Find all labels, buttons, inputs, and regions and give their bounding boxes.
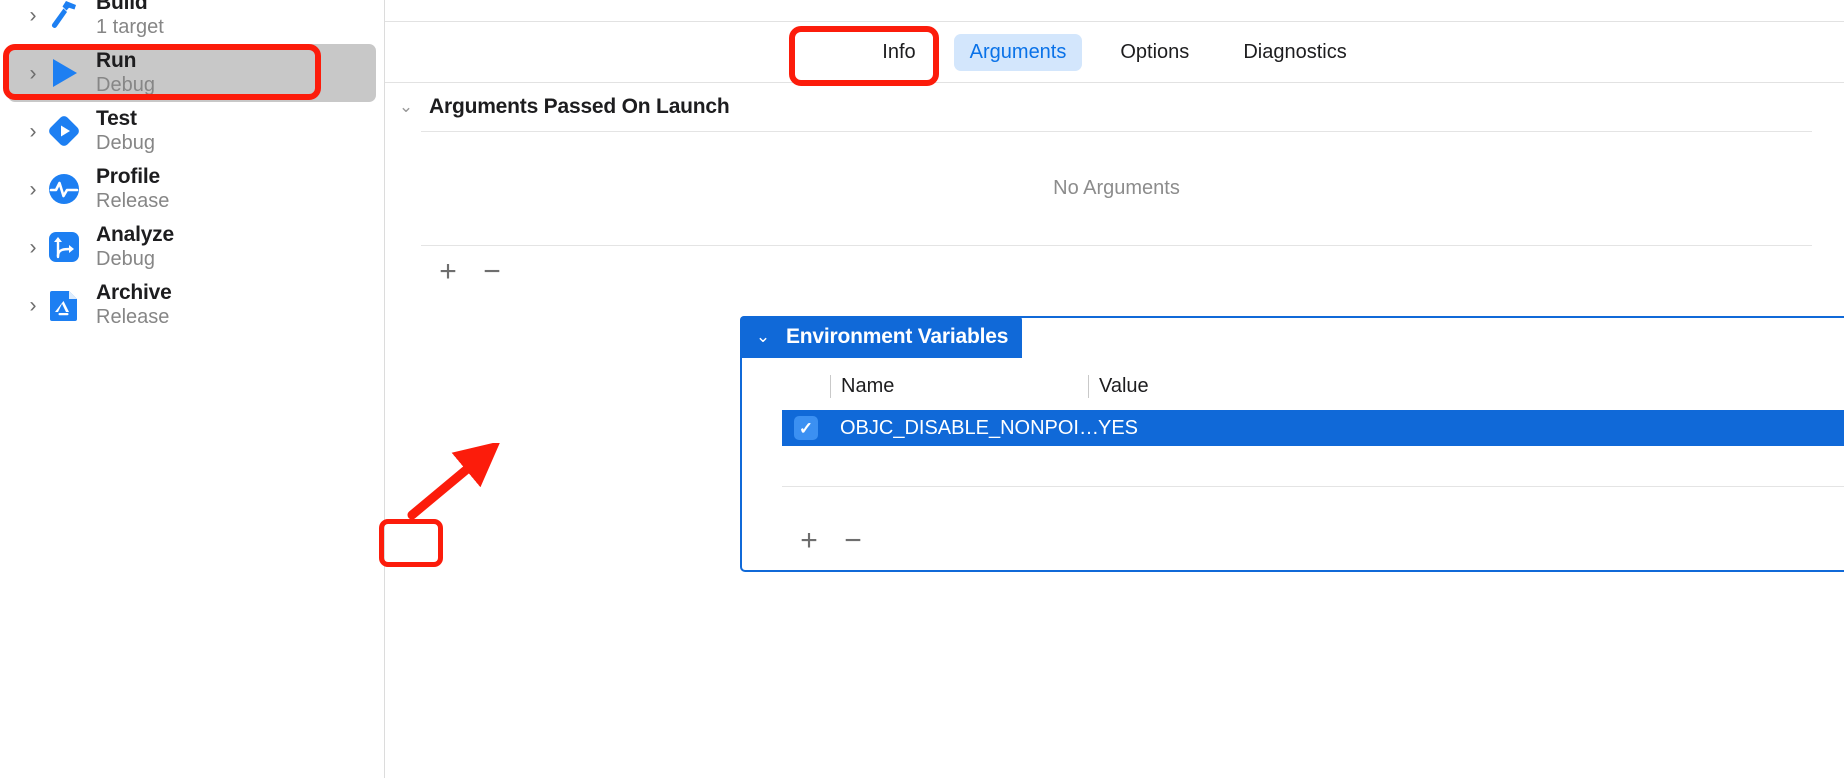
chevron-right-icon[interactable]: › <box>22 63 44 84</box>
tab-info[interactable]: Info <box>866 34 931 71</box>
sidebar-item-text: Test Debug <box>96 107 155 156</box>
sidebar-item-text: Archive Release <box>96 281 172 330</box>
chevron-right-icon[interactable]: › <box>22 295 44 316</box>
sidebar-item-title: Test <box>96 106 137 130</box>
sidebar-item-subtitle: Debug <box>96 248 155 271</box>
sidebar-item-subtitle: Debug <box>96 132 155 155</box>
sidebar-item-analyze[interactable]: › Analyze Debug <box>8 218 376 276</box>
environment-table-header: Name Value <box>782 362 1844 410</box>
sidebar-item-title: Profile <box>96 164 160 188</box>
sidebar-item-run[interactable]: › Run Debug <box>8 44 376 102</box>
arguments-list-container: No Arguments + − <box>421 131 1812 298</box>
checkmark-icon: ✓ <box>798 418 814 438</box>
enabled-checkbox[interactable]: ✓ <box>794 416 818 440</box>
environment-add-remove-toolbar: + − <box>782 518 1844 564</box>
chevron-right-icon[interactable]: › <box>22 237 44 258</box>
sidebar-item-text: Profile Release <box>96 165 169 214</box>
row-enabled-cell: ✓ <box>782 416 830 440</box>
sidebar-item-subtitle: Release <box>96 306 170 329</box>
sidebar-item-subtitle: 1 target <box>96 16 164 39</box>
name-column-header: Name <box>830 374 1088 398</box>
scheme-action-sidebar: › Build 1 target › Run Debug › Test Debu… <box>0 0 385 778</box>
sidebar-item-title: Build <box>96 0 148 14</box>
sidebar-item-test[interactable]: › Test Debug <box>8 102 376 160</box>
scheme-titlebar <box>385 0 1844 22</box>
arguments-empty-state: No Arguments <box>421 132 1812 245</box>
sidebar-item-title: Analyze <box>96 222 174 246</box>
environment-section-header[interactable]: ⌄ Environment Variables <box>740 316 1023 358</box>
sidebar-item-title: Archive <box>96 280 172 304</box>
test-diamond-icon <box>44 111 84 151</box>
sidebar-item-archive[interactable]: › Archive Release <box>8 276 376 334</box>
add-argument-button[interactable]: + <box>435 257 461 287</box>
table-empty-row <box>782 446 1844 486</box>
tab-arguments[interactable]: Arguments <box>953 33 1083 71</box>
table-row[interactable]: ✓ OBJC_DISABLE_NONPOI… YES <box>782 410 1844 446</box>
hammer-icon <box>44 0 84 35</box>
chevron-right-icon[interactable]: › <box>22 179 44 200</box>
remove-argument-button[interactable]: − <box>479 257 505 287</box>
chevron-right-icon[interactable]: › <box>22 121 44 142</box>
sidebar-item-text: Analyze Debug <box>96 223 174 272</box>
environment-variables-section: ⌄ Environment Variables Name Value ✓ OBJ… <box>740 316 1844 572</box>
sidebar-item-build[interactable]: › Build 1 target <box>8 0 376 44</box>
pulse-circle-icon <box>44 169 84 209</box>
chevron-down-icon[interactable]: ⌄ <box>754 327 772 347</box>
detail-tab-bar: Info Arguments Options Diagnostics <box>385 22 1844 83</box>
environment-table: Name Value ✓ OBJC_DISABLE_NONPOI… YES <box>782 362 1844 487</box>
archive-app-icon <box>44 285 84 325</box>
tab-diagnostics[interactable]: Diagnostics <box>1227 34 1362 71</box>
arguments-add-remove-toolbar: + − <box>421 246 1812 298</box>
arguments-section-header[interactable]: ⌄ Arguments Passed On Launch <box>385 83 1844 131</box>
remove-environment-variable-button[interactable]: − <box>840 526 866 556</box>
row-name-cell[interactable]: OBJC_DISABLE_NONPOI… <box>830 417 1099 440</box>
add-environment-variable-button[interactable]: + <box>796 526 822 556</box>
sidebar-item-text: Run Debug <box>96 49 155 98</box>
value-column-header: Value <box>1088 374 1844 398</box>
tab-options[interactable]: Options <box>1104 34 1205 71</box>
scheme-editor-window: › Build 1 target › Run Debug › Test Debu… <box>0 0 1844 778</box>
chevron-right-icon[interactable]: › <box>22 5 44 26</box>
environment-section-title: Environment Variables <box>786 325 1009 348</box>
sidebar-item-subtitle: Release <box>96 190 170 213</box>
sidebar-item-profile[interactable]: › Profile Release <box>8 160 376 218</box>
sidebar-item-title: Run <box>96 48 137 72</box>
chevron-down-icon[interactable]: ⌄ <box>397 97 415 117</box>
arguments-passed-on-launch-section: ⌄ Arguments Passed On Launch No Argument… <box>385 83 1844 298</box>
analyze-arrows-icon <box>44 227 84 267</box>
no-arguments-label: No Arguments <box>1053 177 1180 199</box>
scheme-detail-panel: Info Arguments Options Diagnostics ⌄ Arg… <box>385 0 1844 778</box>
environment-table-divider <box>782 486 1844 487</box>
sidebar-item-subtitle: Debug <box>96 74 155 97</box>
sidebar-item-text: Build 1 target <box>96 0 164 39</box>
play-triangle-icon <box>44 53 84 93</box>
arguments-section-title: Arguments Passed On Launch <box>429 95 730 118</box>
row-value-cell[interactable]: YES <box>1088 417 1844 440</box>
